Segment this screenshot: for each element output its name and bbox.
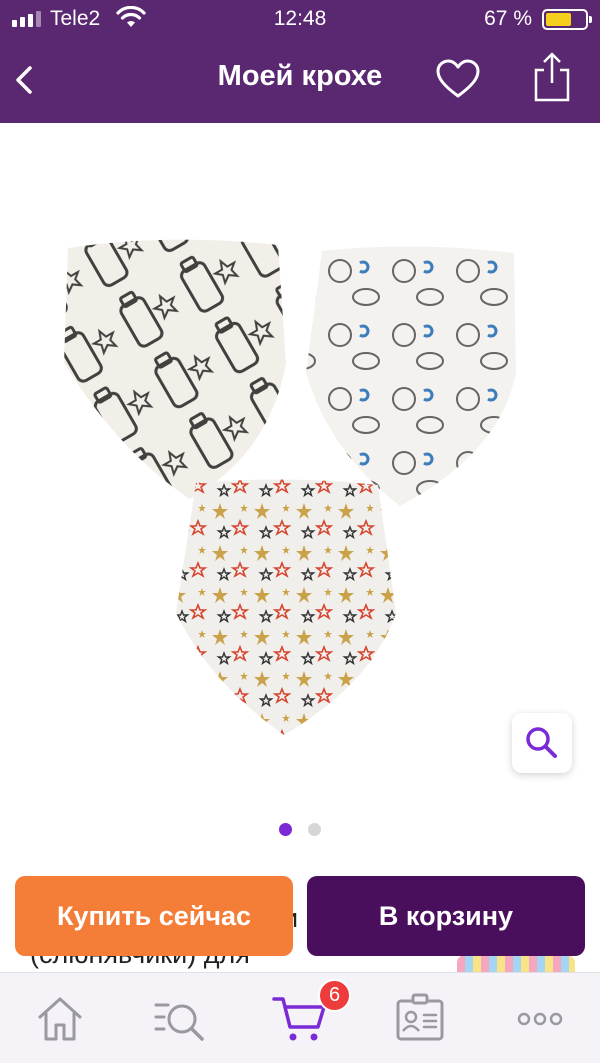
catalog-search-icon bbox=[154, 1003, 204, 1041]
add-to-cart-button[interactable]: В корзину bbox=[307, 876, 585, 956]
share-button[interactable] bbox=[527, 50, 577, 106]
tab-profile[interactable] bbox=[390, 989, 450, 1049]
bib-dog-image bbox=[306, 246, 516, 507]
gallery-pagination bbox=[0, 823, 600, 836]
tab-catalog[interactable] bbox=[150, 989, 210, 1049]
more-icon bbox=[517, 1012, 563, 1026]
tab-bar bbox=[0, 972, 600, 1063]
cart-count-badge: 6 bbox=[318, 979, 351, 1012]
bib-milk-image bbox=[64, 239, 286, 499]
bib-star-image bbox=[176, 479, 396, 735]
share-icon bbox=[534, 52, 570, 102]
heart-icon bbox=[436, 59, 480, 98]
battery-percent: 67 % bbox=[484, 7, 532, 30]
back-button[interactable] bbox=[8, 58, 48, 102]
pagination-dot-2[interactable] bbox=[308, 823, 321, 836]
product-image bbox=[64, 239, 516, 735]
page-title: Моей крохе bbox=[217, 60, 383, 92]
battery-icon bbox=[542, 9, 592, 30]
status-bar: Tele2 12:48 67 % bbox=[0, 0, 600, 38]
tab-more[interactable] bbox=[510, 989, 570, 1049]
home-icon bbox=[38, 997, 82, 1041]
favorite-button[interactable] bbox=[433, 56, 483, 104]
product-gallery[interactable] bbox=[0, 123, 600, 853]
pagination-dot-1[interactable] bbox=[279, 823, 292, 836]
magnifier-icon bbox=[526, 727, 557, 758]
profile-card-icon bbox=[396, 993, 444, 1041]
chevron-left-icon bbox=[16, 66, 32, 94]
battery-fill bbox=[546, 13, 572, 26]
tab-home[interactable] bbox=[30, 989, 90, 1049]
top-bar: Tele2 12:48 67 % Моей крохе bbox=[0, 0, 600, 123]
buy-now-button[interactable]: Купить сейчас bbox=[15, 876, 293, 956]
zoom-button[interactable] bbox=[512, 713, 572, 773]
